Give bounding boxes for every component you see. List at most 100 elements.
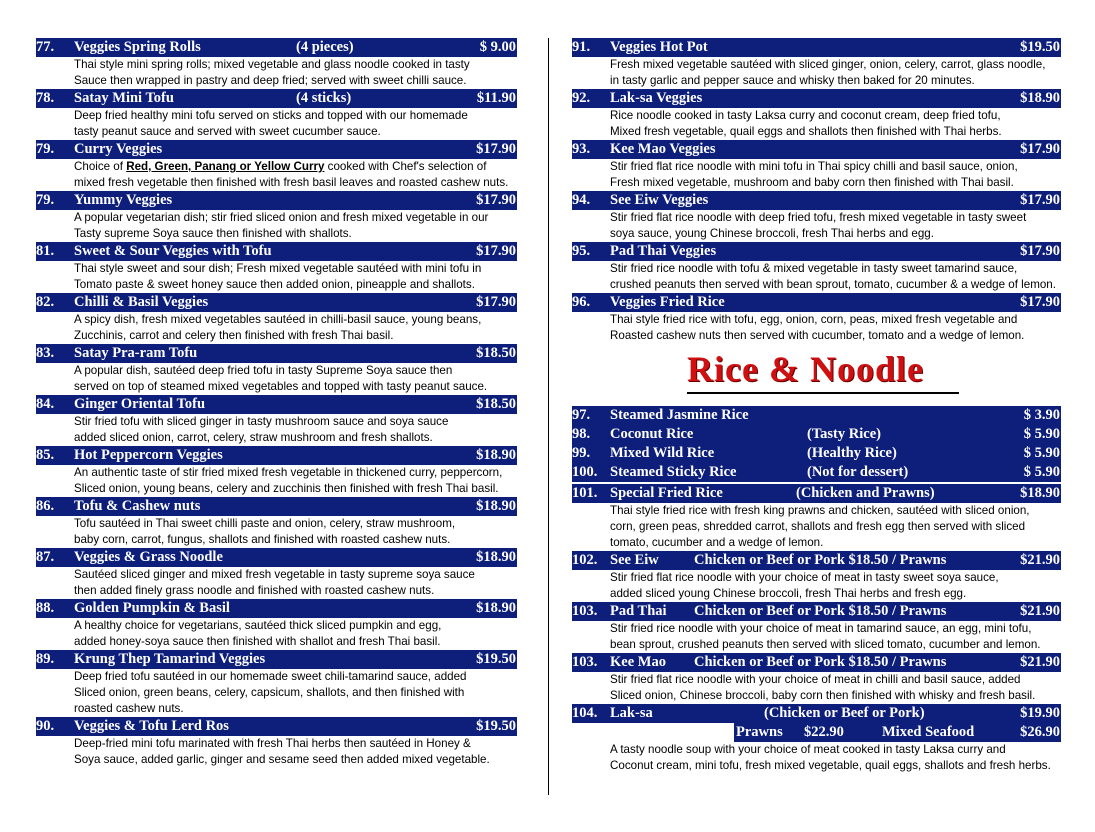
item-note: Chicken or Beef or Pork $18.50 / Prawns (694, 603, 947, 619)
item-number: 85. (36, 447, 55, 463)
menu-item-header: 83. Satay Pra-ram Tofu $18.50 (36, 344, 517, 363)
menu-item: 89. Krung Thep Tamarind Veggies $19.50 Deep… (36, 650, 517, 717)
menu-item-header: 88. Golden Pumpkin & Basil $18.90 (36, 599, 517, 618)
curry-choices: Red, Green, Panang or Yellow Curry (126, 160, 325, 173)
item-description: then added finely grass noodle and finis… (74, 584, 435, 597)
menu-item: 102. See Eiw Chicken or Beef or Pork $18.5… (572, 551, 1061, 602)
item-number: 97. (572, 407, 591, 423)
menu-item: 92. Lak-sa Veggies $18.90 Rice noodle cooke… (572, 89, 1061, 140)
menu-item-header: 103. Pad Thai Chicken or Beef or Pork $18.… (572, 602, 1061, 621)
item-number: 81. (36, 243, 55, 259)
menu-item: 96. Veggies Fried Rice $17.90 Thai style fr… (572, 293, 1061, 344)
item-number: 99. (572, 445, 591, 461)
item-description: Tasty supreme Soya sauce then finished w… (74, 227, 352, 240)
item-name: See Eiw Veggies (610, 192, 709, 208)
item-description: A popular dish, sautéed deep fried tofu … (74, 364, 453, 377)
item-price: $18.90 (476, 498, 516, 514)
menu-item: 95. Pad Thai Veggies $17.90 Stir fried rice… (572, 242, 1061, 293)
item-description: Thai style mini spring rolls; mixed vege… (74, 58, 470, 71)
item-description: Choice of Red, Green, Panang or Yellow C… (74, 160, 487, 173)
item-description: Thai style fried rice with tofu, egg, on… (610, 313, 1018, 326)
item-name: Veggies Hot Pot (610, 39, 708, 55)
item-note: (Tasty Rice) (807, 426, 881, 442)
item-name: Chilli & Basil Veggies (74, 294, 209, 310)
item-name: Golden Pumpkin & Basil (74, 600, 230, 616)
menu-item-header: 87. Veggies & Grass Noodle $18.90 (36, 548, 517, 567)
item-number: 77. (36, 39, 55, 55)
item-number: 104. (572, 705, 598, 721)
item-description: added sliced onion, carrot, celery, stra… (74, 431, 433, 444)
item-price: $21.90 (1020, 552, 1060, 568)
rice-row: 98. Coconut Rice (Tasty Rice) $ 5.90 (572, 425, 1061, 444)
item-description: Coconut cream, mini tofu, fresh mixed ve… (610, 759, 1051, 772)
item-name: Kee Mao (610, 654, 666, 670)
item-price: $ 9.00 (479, 39, 516, 55)
item-name: Satay Mini Tofu (74, 90, 174, 106)
item-name: Steamed Jasmine Rice (610, 407, 749, 423)
item-number: 86. (36, 498, 55, 514)
item-name: Lak-sa Veggies (610, 90, 703, 106)
item-name: Sweet & Sour Veggies with Tofu (74, 243, 272, 259)
item-note: (Healthy Rice) (807, 445, 897, 461)
item-number: 88. (36, 600, 55, 616)
item-price: $17.90 (1020, 243, 1060, 259)
menu-item: 90. Veggies & Tofu Lerd Ros $19.50 Deep-fri… (36, 717, 517, 768)
item-number: 79. (36, 141, 55, 157)
section-title-block: Rice & Noodle (572, 344, 1061, 406)
item-description: Sliced onion, green beans, celery, capsi… (74, 686, 465, 699)
item-price: $ 5.90 (1023, 426, 1060, 442)
menu-item-header: 79. Yummy Veggies $17.90 (36, 191, 517, 210)
item-price: $21.90 (1020, 603, 1060, 619)
item-description: Soya sauce, added garlic, ginger and ses… (74, 753, 490, 766)
item-note: Chicken or Beef or Pork $18.50 / Prawns (694, 552, 947, 568)
item-name: Pad Thai Veggies (610, 243, 717, 259)
item-number: 89. (36, 651, 55, 667)
item-number: 91. (572, 39, 591, 55)
item-note: (4 pieces) (296, 39, 354, 55)
item-name: Krung Thep Tamarind Veggies (74, 651, 266, 667)
item-description: A tasty noodle soup with your choice of … (610, 743, 1006, 756)
item-name: Coconut Rice (610, 426, 694, 442)
column-divider (548, 38, 549, 795)
menu-item: 88. Golden Pumpkin & Basil $18.90 A healthy… (36, 599, 517, 650)
item-description: Fresh mixed vegetable sautéed with slice… (610, 58, 1046, 71)
item-name: See Eiw (610, 552, 659, 568)
item-number: 93. (572, 141, 591, 157)
item-description: bean sprout, crushed peanuts then served… (610, 638, 1041, 651)
item-description: A healthy choice for vegetarians, sautée… (74, 619, 442, 632)
item-price: $19.50 (476, 651, 516, 667)
item-price: $ 5.90 (1023, 464, 1060, 480)
item-note: (4 sticks) (296, 90, 352, 106)
section-title: Rice & Noodle (687, 349, 924, 389)
item-price: $17.90 (1020, 192, 1060, 208)
item-number: 96. (572, 294, 591, 310)
item-description: Stir fried flat rice noodle with your ch… (610, 571, 999, 584)
item-price: $18.90 (476, 447, 516, 463)
menu-item-header: 104. Lak-sa (Chicken or Beef or Pork) $19.9… (572, 704, 1061, 723)
item-price: $17.90 (1020, 141, 1060, 157)
item-description: A popular vegetarian dish; stir fried sl… (74, 211, 489, 224)
seafood-label: Mixed Seafood (882, 724, 975, 740)
menu-item: 103. Pad Thai Chicken or Beef or Pork $18.… (572, 602, 1061, 653)
item-description: Thai style fried rice with fresh king pr… (610, 504, 1030, 517)
right-menu-column: 91. Veggies Hot Pot $19.50 Fresh mixed vege… (572, 38, 1061, 774)
item-price: $19.50 (1020, 39, 1060, 55)
item-description: Zucchinis, carrot and celery then finish… (74, 329, 394, 342)
item-name: Veggies & Grass Noodle (74, 549, 223, 565)
rice-row: 97. Steamed Jasmine Rice $ 3.90 (572, 406, 1061, 425)
menu-item: 81. Sweet & Sour Veggies with Tofu $17.90 T… (36, 242, 517, 293)
menu-item-header: 102. See Eiw Chicken or Beef or Pork $18.5… (572, 551, 1061, 570)
menu-item-header: 77. Veggies Spring Rolls (4 pieces) $ 9.00 (36, 38, 517, 57)
item-price: $18.90 (476, 600, 516, 616)
item-name: Veggies Spring Rolls (74, 39, 201, 55)
item-price: $19.90 (1020, 705, 1060, 721)
menu-item-laksa: 104. Lak-sa (Chicken or Beef or Pork) $19.9… (572, 704, 1061, 774)
item-number: 78. (36, 90, 55, 106)
rice-list: 97. Steamed Jasmine Rice $ 3.90 98. Coconut … (572, 406, 1061, 482)
menu-item-header: 96. Veggies Fried Rice $17.90 (572, 293, 1061, 312)
item-number: 103. (572, 654, 598, 670)
menu-item-header: 89. Krung Thep Tamarind Veggies $19.50 (36, 650, 517, 669)
item-name: Curry Veggies (74, 141, 163, 157)
item-description: crushed peanuts then served with bean sp… (610, 278, 1056, 291)
item-price: $18.90 (476, 549, 516, 565)
